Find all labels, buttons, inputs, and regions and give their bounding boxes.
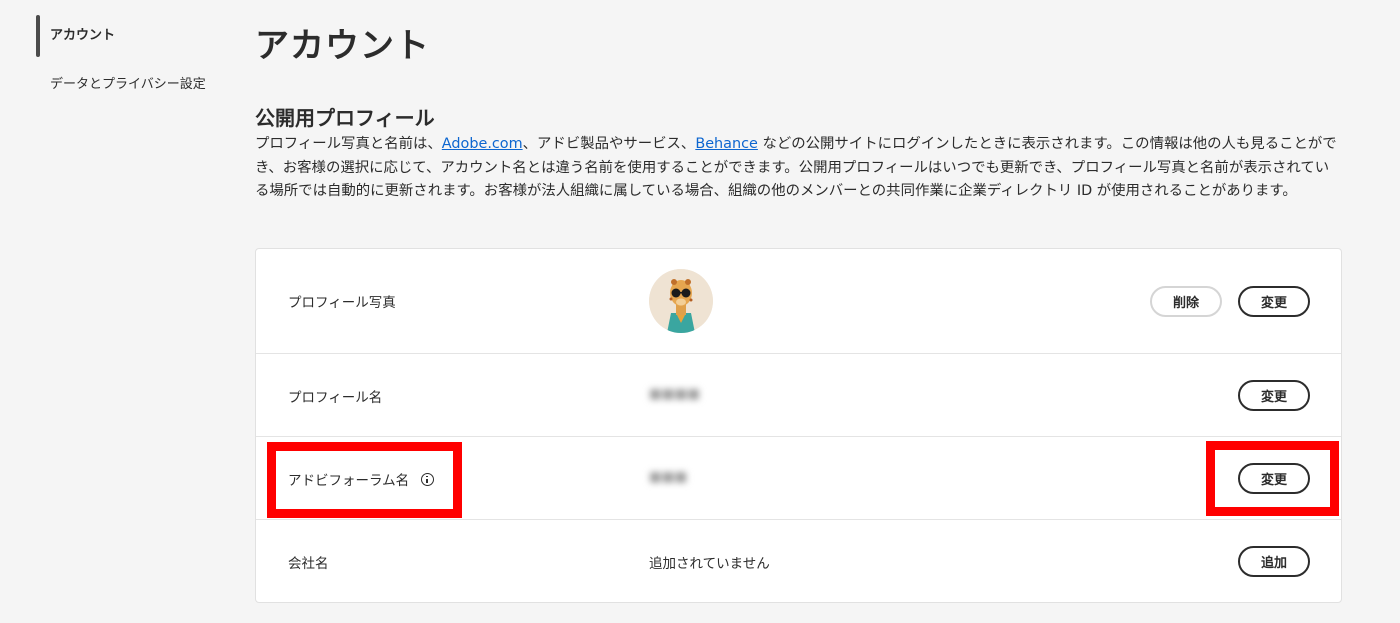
profile-card: プロフィール写真 削除 変更 プロフィール名 ■■■■ 変更 アドビフォーラム名… (255, 248, 1342, 603)
page-title: アカウント (255, 26, 430, 66)
sidebar: アカウント データとプライバシー設定 (0, 0, 230, 623)
adobe-link[interactable]: Adobe.com (442, 136, 523, 152)
forum-name-row: アドビフォーラム名 ■■■ 変更 (256, 437, 1341, 520)
add-company-button[interactable]: 追加 (1238, 546, 1310, 577)
behance-link[interactable]: Behance (695, 136, 758, 152)
forum-name-label-text: アドビフォーラム名 (288, 473, 410, 489)
profile-photo-label: プロフィール写真 (288, 295, 396, 311)
profile-name-row: プロフィール名 ■■■■ 変更 (256, 354, 1341, 437)
section-title: 公開用プロフィール (255, 106, 435, 130)
profile-name-value: ■■■■ (649, 386, 701, 402)
sidebar-item-account[interactable]: アカウント (36, 15, 115, 57)
change-profile-name-button[interactable]: 変更 (1238, 380, 1310, 411)
company-name-value: 追加されていません (649, 556, 770, 572)
info-icon[interactable] (421, 472, 435, 486)
profile-name-label: プロフィール名 (288, 390, 383, 406)
profile-photo-row: プロフィール写真 削除 変更 (256, 249, 1341, 354)
forum-name-label: アドビフォーラム名 (288, 469, 435, 489)
forum-name-value: ■■■ (649, 469, 688, 485)
avatar (649, 269, 713, 333)
change-photo-button[interactable]: 変更 (1238, 286, 1310, 317)
delete-photo-button[interactable]: 削除 (1150, 286, 1222, 317)
desc-text-1: プロフィール写真と名前は、 (255, 136, 442, 152)
company-name-row: 会社名 追加されていません 追加 (256, 520, 1341, 604)
desc-text-2: 、アドビ製品やサービス、 (522, 136, 696, 152)
section-description: プロフィール写真と名前は、Adobe.com、アドビ製品やサービス、Behanc… (255, 133, 1343, 204)
change-forum-name-button[interactable]: 変更 (1238, 463, 1310, 494)
sidebar-item-data-privacy[interactable]: データとプライバシー設定 (36, 75, 206, 95)
company-name-label: 会社名 (288, 556, 329, 572)
